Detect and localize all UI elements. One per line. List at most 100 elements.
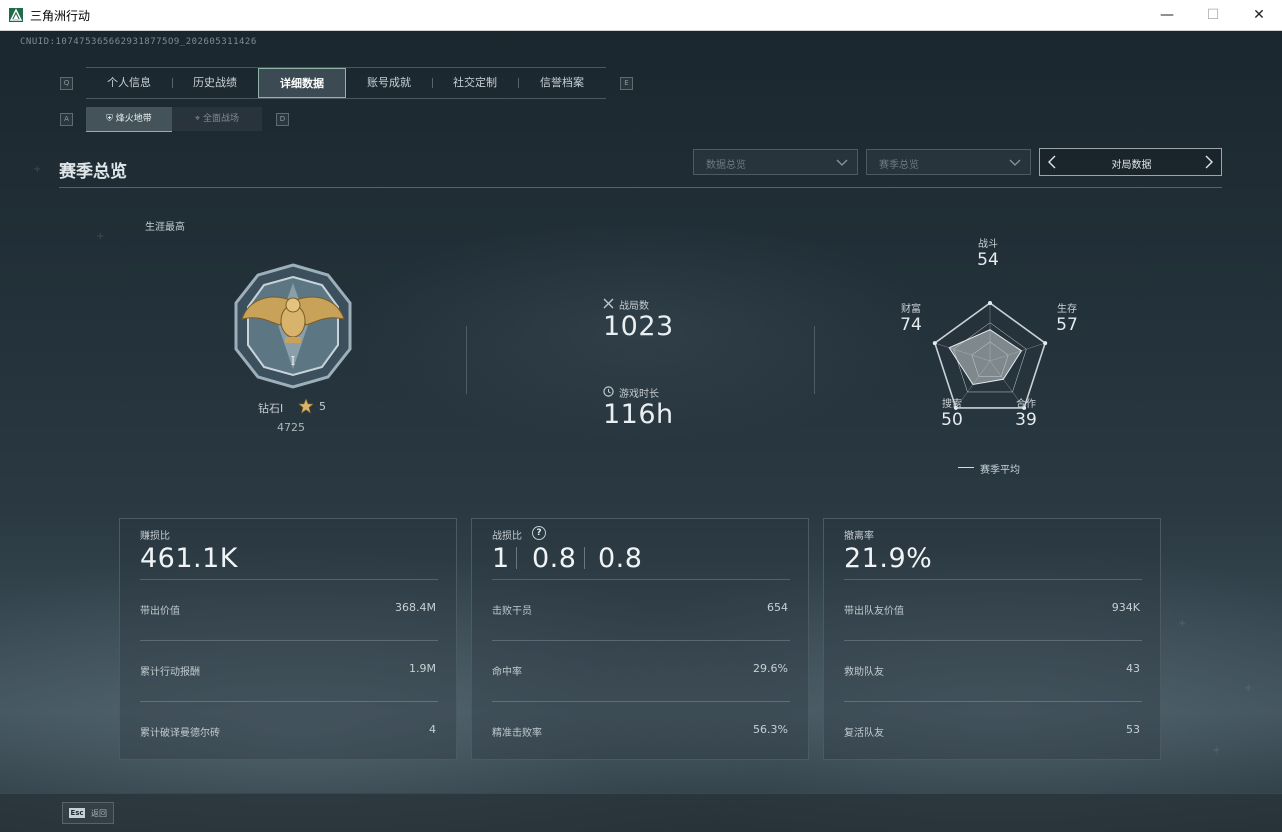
radar-axis-name: 搜索 xyxy=(942,399,962,410)
subtab-full-battlefield[interactable]: ⌖ 全面战场 xyxy=(172,107,262,131)
radar-axis-value: 54 xyxy=(977,250,999,270)
window-titlebar: 三角洲行动 — ☐ ✕ xyxy=(0,0,1282,31)
kd-value-2: 0.8 xyxy=(532,543,577,574)
card-divider xyxy=(492,579,790,580)
tab-social-custom[interactable]: 社交定制 xyxy=(432,68,518,98)
dropdown-label: 数据总览 xyxy=(706,160,746,171)
card-row-value: 56.3% xyxy=(753,723,788,736)
card-big-value: 461.1K xyxy=(140,543,239,574)
main-tabbar: 个人信息 历史战绩 详细数据 账号成就 社交定制 信誉档案 xyxy=(86,67,606,99)
maximize-button[interactable]: ☐ xyxy=(1190,0,1236,30)
tab-personal-info[interactable]: 个人信息 xyxy=(86,68,172,98)
radar-axis-name: 合作 xyxy=(1016,399,1036,410)
card-row-label: 累计破译曼德尔砖 xyxy=(140,728,220,739)
crosshair-icon: ⌖ xyxy=(195,114,203,124)
chevron-right-icon[interactable] xyxy=(1203,155,1215,169)
card-row-label: 带出价值 xyxy=(140,606,180,617)
esc-key-icon: Esc xyxy=(69,808,85,818)
season-overview-dropdown[interactable]: 赛季总览 xyxy=(866,149,1031,175)
subtab-stronghold[interactable]: ⛨ 烽火地带 xyxy=(86,107,172,132)
tab-match-history[interactable]: 历史战绩 xyxy=(172,68,258,98)
card-row-label: 命中率 xyxy=(492,667,522,678)
kd-value-3: 0.8 xyxy=(598,543,643,574)
key-hint-next-subtab: D xyxy=(276,113,289,126)
app-logo-icon xyxy=(9,8,23,22)
matches-value: 1023 xyxy=(603,311,674,342)
card-divider xyxy=(844,701,1142,702)
radar-axis-value: 74 xyxy=(900,315,922,335)
back-button[interactable]: Esc 返回 xyxy=(62,802,114,824)
stat-card-kd: 战损比 ? 1 0.8 0.8 击败干员 654 命中率 29.6% 精准击败率… xyxy=(471,518,809,760)
card-header: 战损比 xyxy=(492,531,522,542)
decor-cross-icon: + xyxy=(1178,618,1187,629)
chevron-down-icon xyxy=(836,159,848,166)
card-row-value: 368.4M xyxy=(395,601,436,614)
game-screen: CNUID:1074753656629318775O9_202605311426… xyxy=(0,31,1282,832)
chevron-down-icon xyxy=(1009,159,1021,166)
close-button[interactable]: ✕ xyxy=(1236,0,1282,30)
decor-cross-icon: + xyxy=(1244,683,1253,694)
dropdown-label: 赛季总览 xyxy=(879,160,919,171)
card-row-label: 击败干员 xyxy=(492,606,532,617)
radar-axis-name: 生存 xyxy=(1057,304,1077,315)
tab-achievements[interactable]: 账号成就 xyxy=(346,68,432,98)
rank-score: 4725 xyxy=(277,421,305,434)
window-title: 三角洲行动 xyxy=(30,9,91,23)
key-hint-next-tab: E xyxy=(620,77,633,90)
card-row-value: 43 xyxy=(1126,662,1140,675)
svg-text:I: I xyxy=(291,354,296,368)
radar-axis-value: 50 xyxy=(941,410,963,430)
radar-vertex xyxy=(1043,341,1048,346)
radar-vertex xyxy=(932,341,937,346)
rank-badge-icon: I xyxy=(234,263,352,389)
column-divider xyxy=(814,326,815,394)
match-data-pager: 对局数据 xyxy=(1039,148,1222,176)
section-divider xyxy=(59,187,1222,188)
card-row-value: 654 xyxy=(767,601,788,614)
card-divider xyxy=(492,640,790,641)
card-row-value: 1.9M xyxy=(409,662,436,675)
back-label: 返回 xyxy=(91,809,107,818)
kd-divider xyxy=(516,547,517,569)
stronghold-icon: ⛨ xyxy=(106,114,116,124)
stat-card-extraction: 撤离率 21.9% 带出队友价值 934K 救助队友 43 复活队友 53 xyxy=(823,518,1161,760)
subtab-label: 全面战场 xyxy=(202,114,239,124)
radar-vertex xyxy=(988,301,992,305)
pager-label: 对局数据 xyxy=(1111,160,1152,171)
rank-name: 钻石I xyxy=(258,402,284,415)
matches-label: 战局数 xyxy=(619,301,649,312)
playtime-value: 116h xyxy=(603,399,674,430)
decor-cross-icon: + xyxy=(96,231,105,242)
card-header: 撤离率 xyxy=(844,531,874,542)
radar-axis-value: 39 xyxy=(1015,410,1037,430)
card-row-label: 精准击败率 xyxy=(492,728,542,739)
card-row-label: 救助队友 xyxy=(844,667,884,678)
card-row-value: 29.6% xyxy=(753,662,788,675)
card-header: 赚损比 xyxy=(140,531,170,542)
cnuid-text: CNUID:1074753656629318775O9_202605311426 xyxy=(20,37,257,47)
subtab-label: 烽火地带 xyxy=(115,114,152,124)
column-divider xyxy=(466,326,467,394)
rank-star-count: 5 xyxy=(319,400,326,413)
card-row-label: 复活队友 xyxy=(844,728,884,739)
crossed-swords-icon xyxy=(603,298,614,309)
key-hint-prev-subtab: A xyxy=(60,113,73,126)
radar-legend: 赛季平均 xyxy=(980,465,1020,476)
minimize-button[interactable]: — xyxy=(1144,0,1190,30)
legend-line-icon xyxy=(958,467,974,468)
card-row-value: 4 xyxy=(429,723,436,736)
decor-cross-icon: + xyxy=(33,164,42,175)
decor-cross-icon: + xyxy=(1212,745,1221,756)
tab-detailed-data[interactable]: 详细数据 xyxy=(258,68,346,98)
star-icon xyxy=(298,398,314,414)
card-big-value: 21.9% xyxy=(844,543,933,574)
card-divider xyxy=(844,640,1142,641)
radar-axis-name: 财富 xyxy=(901,304,921,315)
stat-card-profit: 赚损比 461.1K 带出价值 368.4M 累计行动报酬 1.9M 累计破译曼… xyxy=(119,518,457,760)
clock-icon xyxy=(603,386,614,397)
help-icon[interactable]: ? xyxy=(532,526,546,540)
card-divider xyxy=(140,579,438,580)
card-divider xyxy=(140,640,438,641)
data-overview-dropdown[interactable]: 数据总览 xyxy=(693,149,858,175)
tab-reputation[interactable]: 信誉档案 xyxy=(518,68,606,98)
